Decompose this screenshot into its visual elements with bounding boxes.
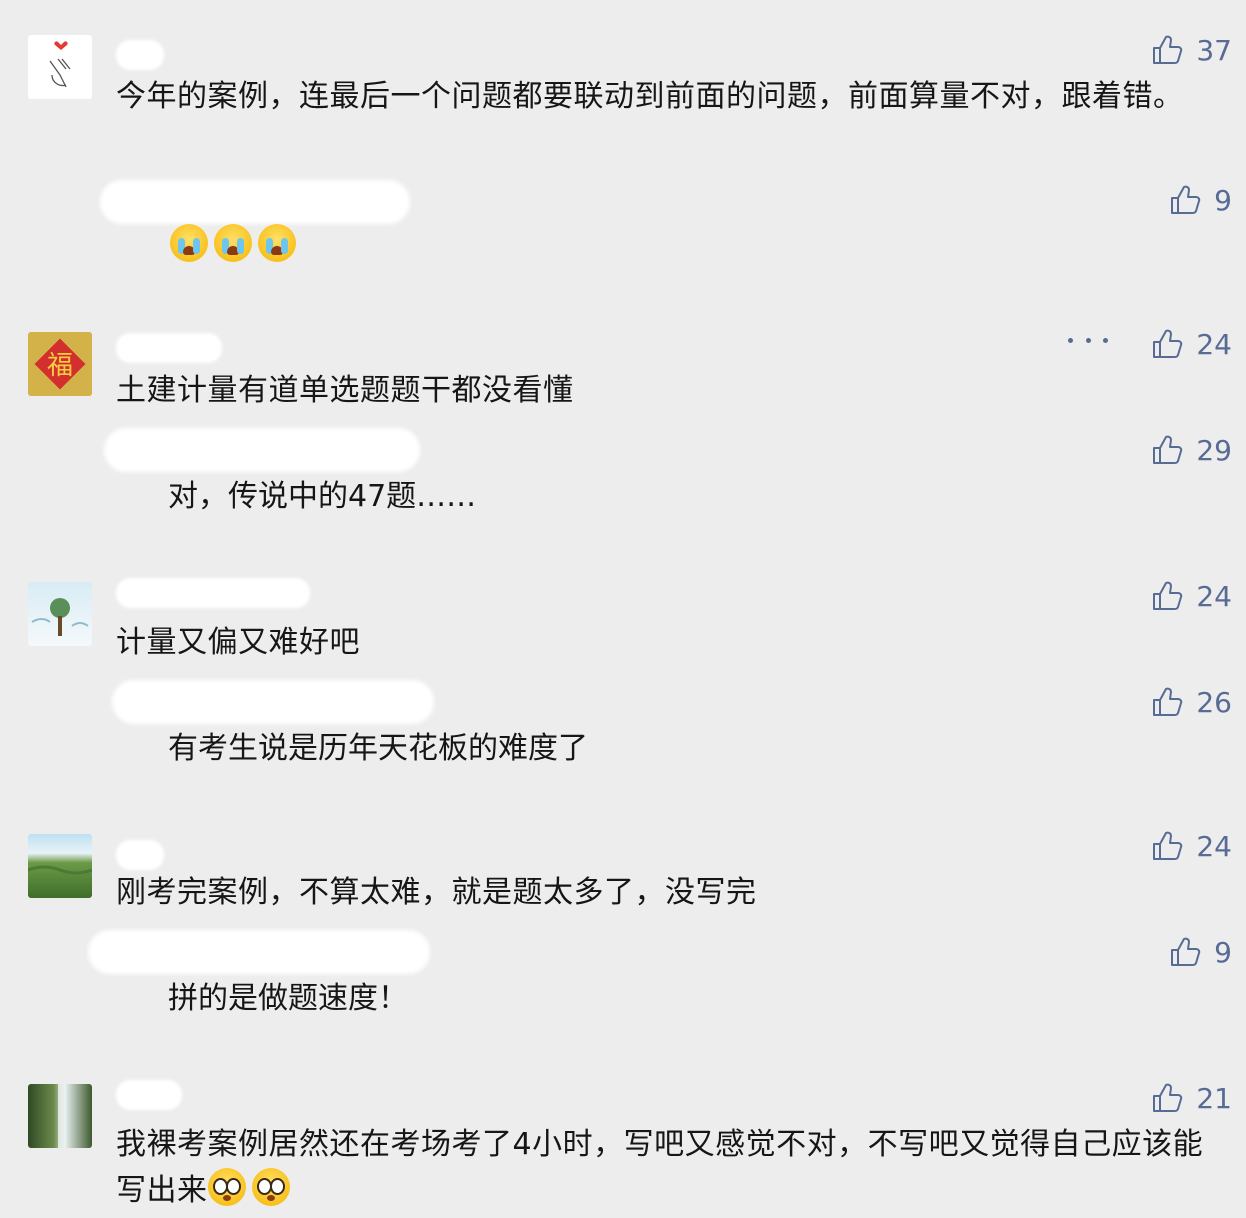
reply-username bbox=[112, 680, 434, 724]
like-button[interactable]: 24 bbox=[1150, 826, 1232, 866]
tree-painting-icon bbox=[31, 598, 89, 636]
thumbs-up-icon bbox=[1150, 327, 1184, 361]
thumbs-up-icon bbox=[1150, 1081, 1184, 1115]
reply-like-button[interactable]: 9 bbox=[1168, 932, 1232, 972]
thumbs-up-icon bbox=[1150, 829, 1184, 863]
crying-face-icon bbox=[214, 224, 252, 262]
like-count: 37 bbox=[1196, 33, 1232, 67]
heart-hand-icon bbox=[49, 41, 71, 88]
thumbs-up-icon bbox=[1150, 579, 1184, 613]
username bbox=[116, 333, 222, 363]
like-count: 9 bbox=[1214, 183, 1232, 217]
like-count: 24 bbox=[1196, 829, 1232, 863]
like-count: 24 bbox=[1196, 579, 1232, 613]
avatar[interactable] bbox=[28, 35, 92, 99]
reply-username bbox=[88, 930, 430, 974]
avatar[interactable] bbox=[28, 1084, 92, 1148]
avatar[interactable] bbox=[28, 834, 92, 898]
reply-username bbox=[104, 428, 420, 472]
like-count: 29 bbox=[1196, 433, 1232, 467]
thumbs-up-icon bbox=[1168, 183, 1202, 217]
thumbs-up-icon bbox=[1150, 433, 1184, 467]
avatar[interactable] bbox=[28, 582, 92, 646]
like-count: 21 bbox=[1196, 1081, 1232, 1115]
like-button[interactable]: 24 bbox=[1150, 324, 1232, 364]
grassland-icon bbox=[28, 865, 92, 875]
fu-character-icon: 福 bbox=[34, 338, 86, 390]
comment-text: 刚考完案例，不算太难，就是题太多了，没写完 bbox=[116, 875, 757, 910]
avatar[interactable]: 福 bbox=[28, 332, 92, 396]
thumbs-up-icon bbox=[1168, 935, 1202, 969]
thumbs-up-icon bbox=[1150, 33, 1184, 67]
like-count: 24 bbox=[1196, 327, 1232, 361]
reply-emojis bbox=[170, 224, 302, 270]
like-count: 9 bbox=[1214, 935, 1232, 969]
like-button[interactable]: 37 bbox=[1150, 30, 1232, 70]
waterfall-icon bbox=[58, 1084, 66, 1148]
reply-text: 拼的是做题速度！ bbox=[168, 981, 408, 1016]
username bbox=[116, 40, 164, 70]
flushed-face-icon bbox=[207, 1168, 246, 1206]
like-count: 26 bbox=[1196, 685, 1232, 719]
flushed-face-icon bbox=[251, 1168, 290, 1206]
reply-like-button[interactable]: 29 bbox=[1150, 430, 1232, 470]
like-button[interactable]: 24 bbox=[1150, 576, 1232, 616]
reply-text: 对，传说中的47题…… bbox=[168, 479, 477, 514]
crying-face-icon bbox=[258, 224, 296, 262]
comment-text: 土建计量有道单选题题干都没看懂 bbox=[116, 373, 574, 408]
reply-like-button[interactable]: 26 bbox=[1150, 682, 1232, 722]
comment-text: 今年的案例，连最后一个问题都要联动到前面的问题，前面算量不对，跟着错。 bbox=[116, 79, 1184, 114]
comment-text: 计量又偏又难好吧 bbox=[116, 625, 360, 660]
thumbs-up-icon bbox=[1150, 685, 1184, 719]
reply-text: 有考生说是历年天花板的难度了 bbox=[168, 731, 588, 766]
reply-username bbox=[100, 180, 410, 224]
username bbox=[116, 840, 164, 870]
crying-face-icon bbox=[170, 224, 208, 262]
like-button[interactable]: 21 bbox=[1150, 1078, 1232, 1118]
comment-text: 我裸考案例居然还在考场考了4小时，写吧又感觉不对，不写吧又觉得自己应该能写出来 bbox=[116, 1122, 1230, 1214]
reply-like-button[interactable]: 9 bbox=[1168, 180, 1232, 220]
svg-text:福: 福 bbox=[47, 351, 73, 381]
username bbox=[116, 1080, 182, 1110]
username bbox=[116, 578, 310, 608]
more-options-button[interactable] bbox=[1068, 330, 1108, 350]
